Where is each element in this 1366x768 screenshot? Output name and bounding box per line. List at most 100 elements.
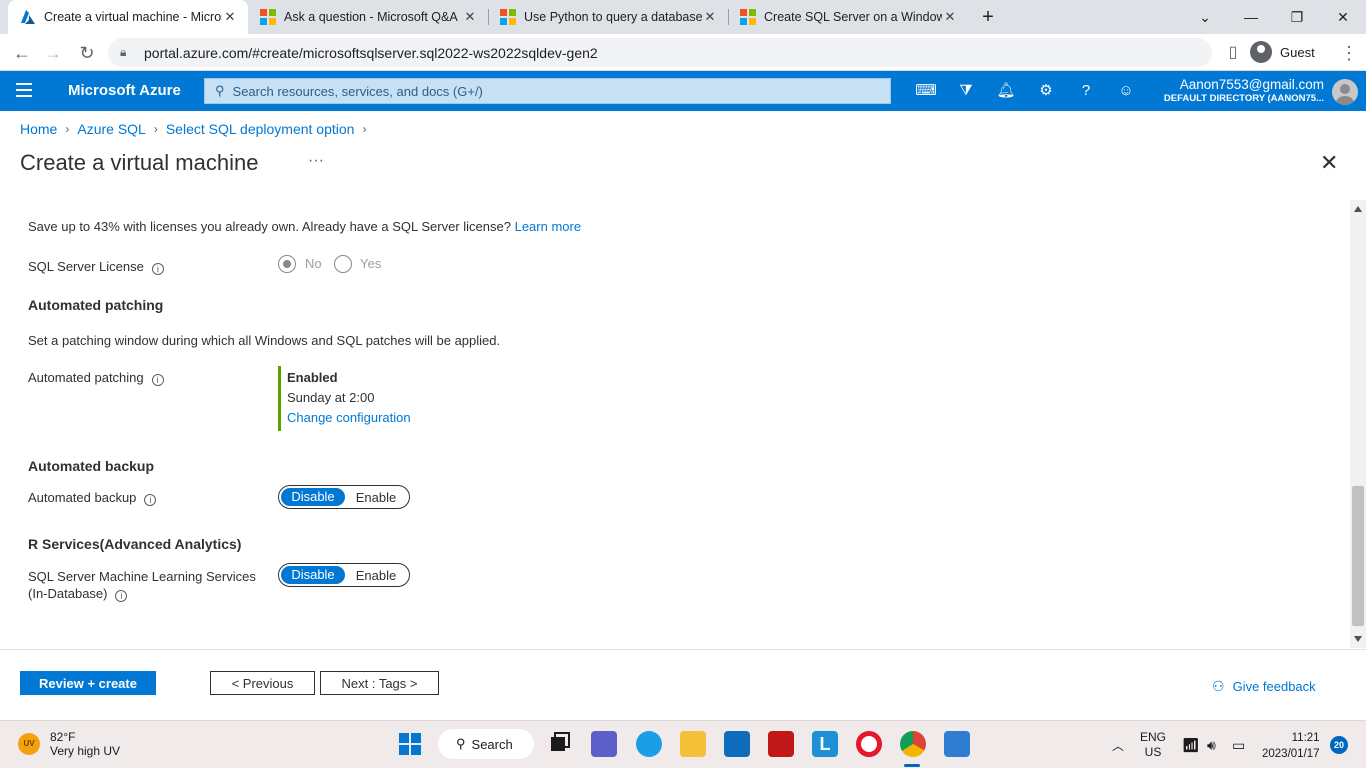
microsoft-store-icon[interactable]: [724, 731, 750, 757]
breadcrumb-azure-sql[interactable]: Azure SQL: [77, 121, 145, 137]
browser-toolbar: ← → ↻ 🔒︎ portal.azure.com/#create/micros…: [0, 34, 1366, 71]
wifi-icon[interactable]: 📶︎: [1182, 721, 1200, 768]
language-indicator[interactable]: ENG US: [1140, 721, 1166, 768]
ml-services-toggle[interactable]: Disable Enable: [278, 563, 410, 587]
close-window-icon[interactable]: ✕: [1320, 9, 1366, 26]
volume-icon[interactable]: 🔊︎: [1207, 721, 1216, 768]
edge-browser-icon[interactable]: [636, 731, 662, 757]
scroll-up-icon[interactable]: [1354, 206, 1362, 212]
radio-no[interactable]: [278, 255, 296, 273]
profile-label: Guest: [1280, 44, 1315, 60]
scroll-down-icon[interactable]: [1354, 636, 1362, 642]
tab-python-query[interactable]: Use Python to query a database ✕: [488, 0, 728, 34]
profile-button[interactable]: Guest: [1250, 39, 1315, 65]
breadcrumb-home[interactable]: Home: [20, 121, 57, 137]
tab-create-sql-server[interactable]: Create SQL Server on a Windows ✕: [728, 0, 968, 34]
more-options-icon[interactable]: ···: [308, 152, 324, 170]
microsoft-logo-icon: [500, 9, 516, 25]
ml-disable-option[interactable]: Disable: [281, 566, 345, 584]
backup-disable-option[interactable]: Disable: [281, 488, 345, 506]
teams-chat-icon[interactable]: [591, 731, 617, 757]
notepad-icon[interactable]: [944, 731, 970, 757]
info-icon[interactable]: i: [115, 590, 128, 602]
backup-enable-option[interactable]: Enable: [345, 490, 407, 505]
chevron-right-icon: ›: [65, 122, 70, 136]
patching-label: Automated patching i: [28, 370, 164, 386]
info-icon[interactable]: i: [151, 263, 164, 275]
search-icon: ⚲: [215, 83, 225, 98]
forward-icon[interactable]: →: [40, 40, 66, 66]
backup-toggle[interactable]: Disable Enable: [278, 485, 410, 509]
notifications-icon[interactable]: 🔔︎: [995, 81, 1017, 103]
close-tab-icon[interactable]: ✕: [942, 9, 958, 25]
close-tab-icon[interactable]: ✕: [222, 9, 238, 25]
task-view-icon[interactable]: [547, 731, 573, 757]
clock[interactable]: 11:21 2023/01/17: [1262, 730, 1320, 762]
opera-browser-icon[interactable]: [856, 731, 882, 757]
learn-more-link[interactable]: Learn more: [515, 219, 581, 234]
give-feedback-text: Give feedback: [1232, 679, 1316, 694]
vertical-scrollbar[interactable]: [1350, 200, 1366, 648]
feedback-icon[interactable]: ☺: [1115, 81, 1137, 103]
tab-create-vm[interactable]: Create a virtual machine - Micros ✕: [8, 0, 248, 34]
change-configuration-link[interactable]: Change configuration: [287, 410, 411, 425]
reload-icon[interactable]: ↻: [74, 40, 100, 66]
breadcrumb-select-deployment[interactable]: Select SQL deployment option: [166, 121, 355, 137]
sql-license-label: SQL Server License i: [28, 259, 164, 275]
region: US: [1144, 745, 1162, 759]
lock-icon: 🔒︎: [120, 45, 127, 59]
menu-icon[interactable]: ⋮: [1336, 40, 1362, 66]
mcafee-icon[interactable]: [768, 731, 794, 757]
url-text: portal.azure.com/#create/microsoftsqlser…: [144, 44, 598, 61]
taskbar-search[interactable]: ⚲ Search: [438, 729, 534, 759]
page-title: Create a virtual machine: [20, 150, 259, 175]
help-icon[interactable]: ?: [1075, 81, 1097, 103]
cloud-shell-icon[interactable]: ⌨: [915, 81, 937, 103]
chrome-browser-icon[interactable]: [900, 731, 926, 757]
file-explorer-icon[interactable]: [680, 731, 706, 757]
close-tab-icon[interactable]: ✕: [702, 9, 718, 25]
address-bar[interactable]: 🔒︎ portal.azure.com/#create/microsoftsql…: [108, 38, 1212, 67]
radio-yes[interactable]: [334, 255, 352, 273]
license-text: Save up to 43% with licenses you already…: [28, 219, 511, 234]
start-windows-icon[interactable]: [398, 732, 424, 758]
info-icon[interactable]: i: [144, 494, 157, 506]
tab-ask-question[interactable]: Ask a question - Microsoft Q&A ✕: [248, 0, 488, 34]
new-tab-button[interactable]: +: [976, 5, 1000, 29]
show-hidden-icons-chevron-icon[interactable]: ︿: [1112, 721, 1124, 768]
close-blade-icon[interactable]: ✕: [1320, 150, 1338, 176]
hamburger-menu-icon[interactable]: [16, 83, 32, 97]
patching-description: Set a patching window during which all W…: [28, 333, 501, 348]
brand-title[interactable]: Microsoft Azure: [68, 82, 181, 99]
notification-count-badge[interactable]: 20: [1330, 736, 1348, 754]
info-icon[interactable]: i: [151, 374, 164, 386]
battery-icon[interactable]: ▭: [1232, 721, 1245, 768]
ml-enable-option[interactable]: Enable: [345, 568, 407, 583]
l-app-icon[interactable]: L: [812, 731, 838, 757]
review-create-button[interactable]: Review + create: [20, 671, 156, 695]
global-search-input[interactable]: ⚲ Search resources, services, and docs (…: [204, 78, 891, 104]
microsoft-logo-icon: [740, 9, 756, 25]
settings-gear-icon[interactable]: ⚙: [1035, 81, 1057, 103]
close-tab-icon[interactable]: ✕: [462, 9, 478, 25]
previous-button[interactable]: < Previous: [210, 671, 315, 695]
avatar-icon: [1250, 41, 1272, 63]
browser-tab-strip: Create a virtual machine - Micros ✕ Ask …: [0, 0, 1366, 34]
language: ENG: [1140, 730, 1167, 744]
tab-search-icon[interactable]: ⌄: [1182, 9, 1228, 26]
weather-widget[interactable]: UV 82°F Very high UV: [18, 730, 120, 758]
scroll-thumb[interactable]: [1352, 486, 1364, 626]
tab-title: Create SQL Server on a Windows: [764, 10, 942, 24]
patching-heading: Automated patching: [28, 297, 164, 313]
backup-label-text: Automated backup: [28, 490, 137, 505]
directory-filter-icon[interactable]: ⧩: [955, 81, 977, 103]
account-menu[interactable]: Aanon7553@gmail.com DEFAULT DIRECTORY (A…: [1164, 77, 1324, 104]
maximize-icon[interactable]: ❐: [1274, 9, 1320, 26]
back-icon[interactable]: ←: [9, 40, 35, 66]
minimize-icon[interactable]: —: [1228, 9, 1274, 25]
side-panel-icon[interactable]: ▯: [1220, 40, 1246, 66]
account-email: Aanon7553@gmail.com: [1179, 77, 1324, 92]
account-avatar[interactable]: [1332, 79, 1358, 105]
give-feedback-link[interactable]: ⚇ Give feedback: [1212, 678, 1316, 695]
next-tags-button[interactable]: Next : Tags >: [320, 671, 439, 695]
